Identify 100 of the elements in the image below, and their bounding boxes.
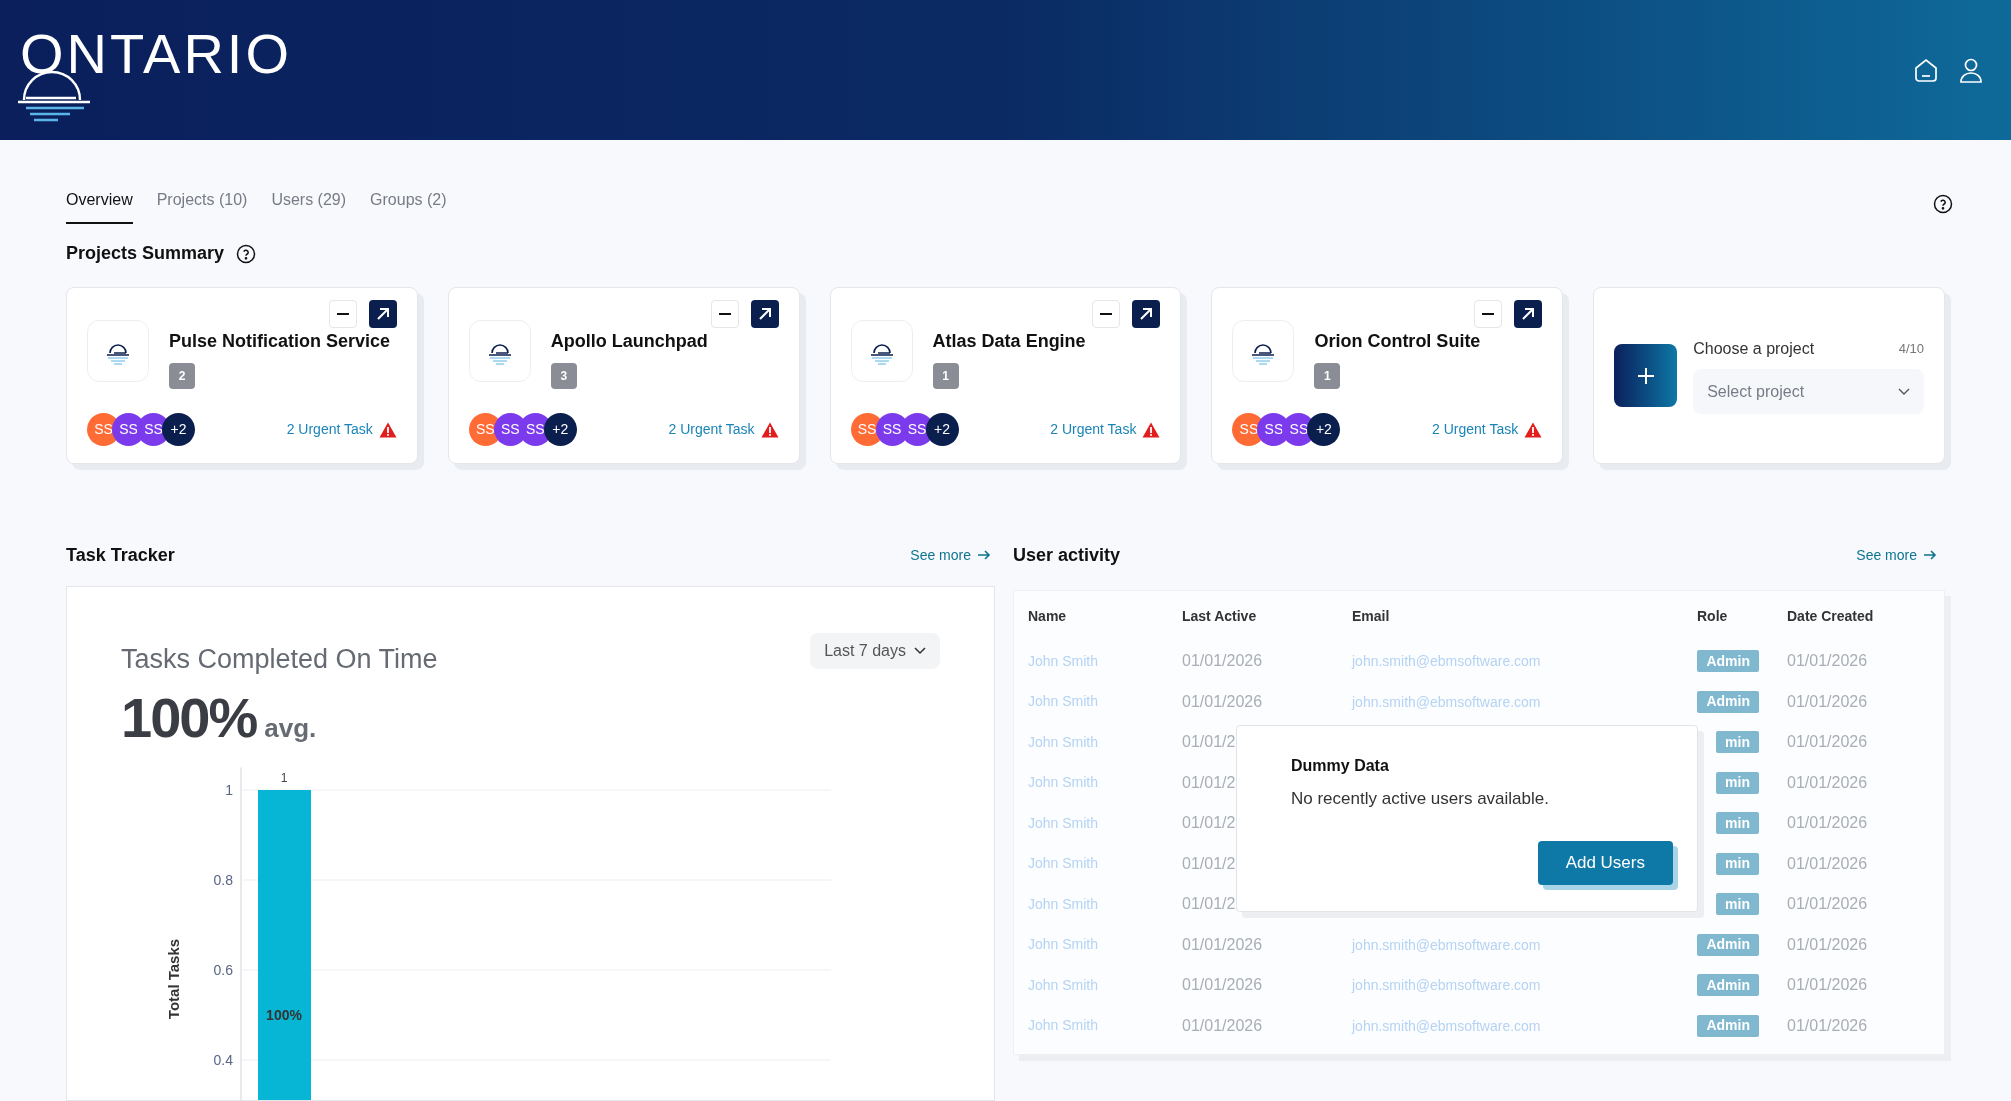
avatar: +2: [925, 413, 959, 446]
date-created-cell-text: 01/01/2026: [1787, 651, 1869, 672]
avatar: +2: [543, 413, 577, 446]
last-active-cell-text: 01/01/2: [1182, 853, 1237, 874]
minus-icon: [336, 313, 349, 315]
help-icon[interactable]: [236, 243, 257, 264]
user-name: John Smith: [1028, 813, 1100, 833]
role-badge: Admin: [1697, 974, 1759, 997]
role-badge: min: [1716, 812, 1759, 835]
open-button[interactable]: [750, 300, 779, 328]
minus-icon: [1482, 313, 1495, 315]
logo-text[interactable]: ONTARIO: [20, 12, 292, 96]
user-name: John Smith: [1028, 773, 1100, 793]
urgent-task-link[interactable]: 2 Urgent Task: [668, 419, 779, 440]
project-name: Atlas Data Engine: [932, 330, 1086, 353]
average-label: avg.: [264, 711, 317, 745]
date-created-cell-text: 01/01/2026: [1787, 934, 1869, 955]
section-title: User activity: [1013, 543, 1121, 567]
date-created-cell-text: 01/01/2026: [1787, 732, 1869, 753]
help-icon[interactable]: [1933, 194, 1953, 214]
user-icon[interactable]: [1959, 57, 1983, 83]
column-header: Name: [1028, 606, 1068, 626]
last-active-cell-text: 01/01/2026: [1182, 691, 1264, 712]
tab[interactable]: Projects (10): [156, 188, 248, 224]
project-name: Pulse Notification Service: [169, 330, 391, 353]
user-name: John Smith: [1028, 975, 1100, 995]
bar-value-label: 1: [280, 770, 288, 785]
minus-icon: [1100, 313, 1113, 315]
project-select[interactable]: Select project: [1693, 369, 1924, 414]
collapse-button[interactable]: [1092, 300, 1121, 328]
average-value: 100%: [121, 684, 257, 751]
user-name: John Smith: [1028, 1016, 1100, 1036]
role-badge: min: [1716, 771, 1759, 794]
minus-icon: [718, 313, 731, 315]
urgent-task-link[interactable]: 2 Urgent Task: [286, 419, 397, 440]
warning-icon: [1524, 421, 1543, 438]
column-header: Last Active: [1182, 606, 1258, 626]
column-header: Email: [1352, 606, 1391, 626]
chart-title: Tasks Completed On Time: [121, 643, 438, 676]
project-name: Apollo Launchpad: [550, 330, 708, 353]
open-button[interactable]: [1514, 300, 1543, 328]
section-title: Task Tracker: [66, 543, 175, 567]
user-name: John Smith: [1028, 732, 1100, 752]
date-created-cell-text: 01/01/2026: [1787, 853, 1869, 874]
date-created-cell-text: 01/01/2026: [1787, 691, 1869, 712]
chooser-label: Choose a project: [1693, 339, 1815, 359]
collapse-button[interactable]: [710, 300, 739, 328]
project-count: 3: [550, 363, 577, 389]
chevron-down-icon: [1898, 387, 1910, 396]
role-badge: Admin: [1697, 1014, 1759, 1037]
y-tick-label: 0.4: [213, 1051, 233, 1068]
user-name: John Smith: [1028, 651, 1100, 671]
tab[interactable]: Groups (2): [370, 188, 447, 224]
warning-icon: [378, 421, 397, 438]
role-badge: min: [1716, 893, 1759, 916]
chevron-down-icon: [914, 647, 926, 655]
urgent-task-link[interactable]: 2 Urgent Task: [1050, 419, 1161, 440]
last-active-cell-text: 01/01/2: [1182, 813, 1237, 834]
date-created-cell-text: 01/01/2026: [1787, 813, 1869, 834]
date-created-cell-text: 01/01/2026: [1787, 975, 1869, 996]
y-tick-label: 1: [225, 781, 233, 798]
arrow-up-right-icon: [375, 307, 390, 321]
arrow-up-right-icon: [1139, 307, 1154, 321]
y-tick-label: 0.6: [213, 961, 233, 978]
tab[interactable]: Users (29): [271, 188, 347, 224]
arrow-up-right-icon: [757, 307, 772, 321]
user-name: John Smith: [1028, 692, 1100, 712]
home-icon[interactable]: [1913, 57, 1939, 83]
user-email: john.smith@ebmsoftware.com: [1352, 977, 1541, 994]
open-button[interactable]: [1132, 300, 1161, 328]
collapse-button[interactable]: [328, 300, 357, 328]
arrow-right-icon: [977, 548, 991, 562]
column-header: Role: [1697, 606, 1729, 626]
date-created-cell-text: 01/01/2026: [1787, 894, 1869, 915]
user-email: john.smith@ebmsoftware.com: [1352, 693, 1541, 710]
last-active-cell-text: 01/01/2: [1182, 772, 1237, 793]
user-email: john.smith@ebmsoftware.com: [1352, 936, 1541, 953]
warning-icon: [1142, 421, 1161, 438]
arrow-right-icon: [1923, 548, 1937, 562]
popup-message: No recently active users available.: [1291, 788, 1550, 810]
range-dropdown[interactable]: Last 7 days: [810, 633, 940, 669]
plus-icon: [1636, 366, 1655, 385]
arrow-up-right-icon: [1521, 307, 1536, 321]
see-more-link[interactable]: See more: [910, 544, 995, 566]
section-title: Projects Summary: [66, 242, 225, 265]
role-badge: Admin: [1697, 690, 1759, 713]
role-badge: min: [1716, 731, 1759, 754]
open-button[interactable]: [368, 300, 397, 328]
last-active-cell-text: 01/01/2026: [1182, 975, 1264, 996]
urgent-task-link[interactable]: 2 Urgent Task: [1432, 419, 1543, 440]
tab[interactable]: Overview: [66, 188, 133, 224]
see-more-link[interactable]: See more: [1856, 544, 1945, 566]
warning-icon: [760, 421, 779, 438]
popup-title: Dummy Data: [1291, 756, 1390, 776]
role-badge: min: [1716, 852, 1759, 875]
collapse-button[interactable]: [1474, 300, 1503, 328]
add-project-button[interactable]: [1614, 344, 1678, 407]
role-badge: Admin: [1697, 650, 1759, 673]
last-active-cell-text: 01/01/2: [1182, 732, 1237, 753]
project-count: 1: [1314, 363, 1341, 389]
